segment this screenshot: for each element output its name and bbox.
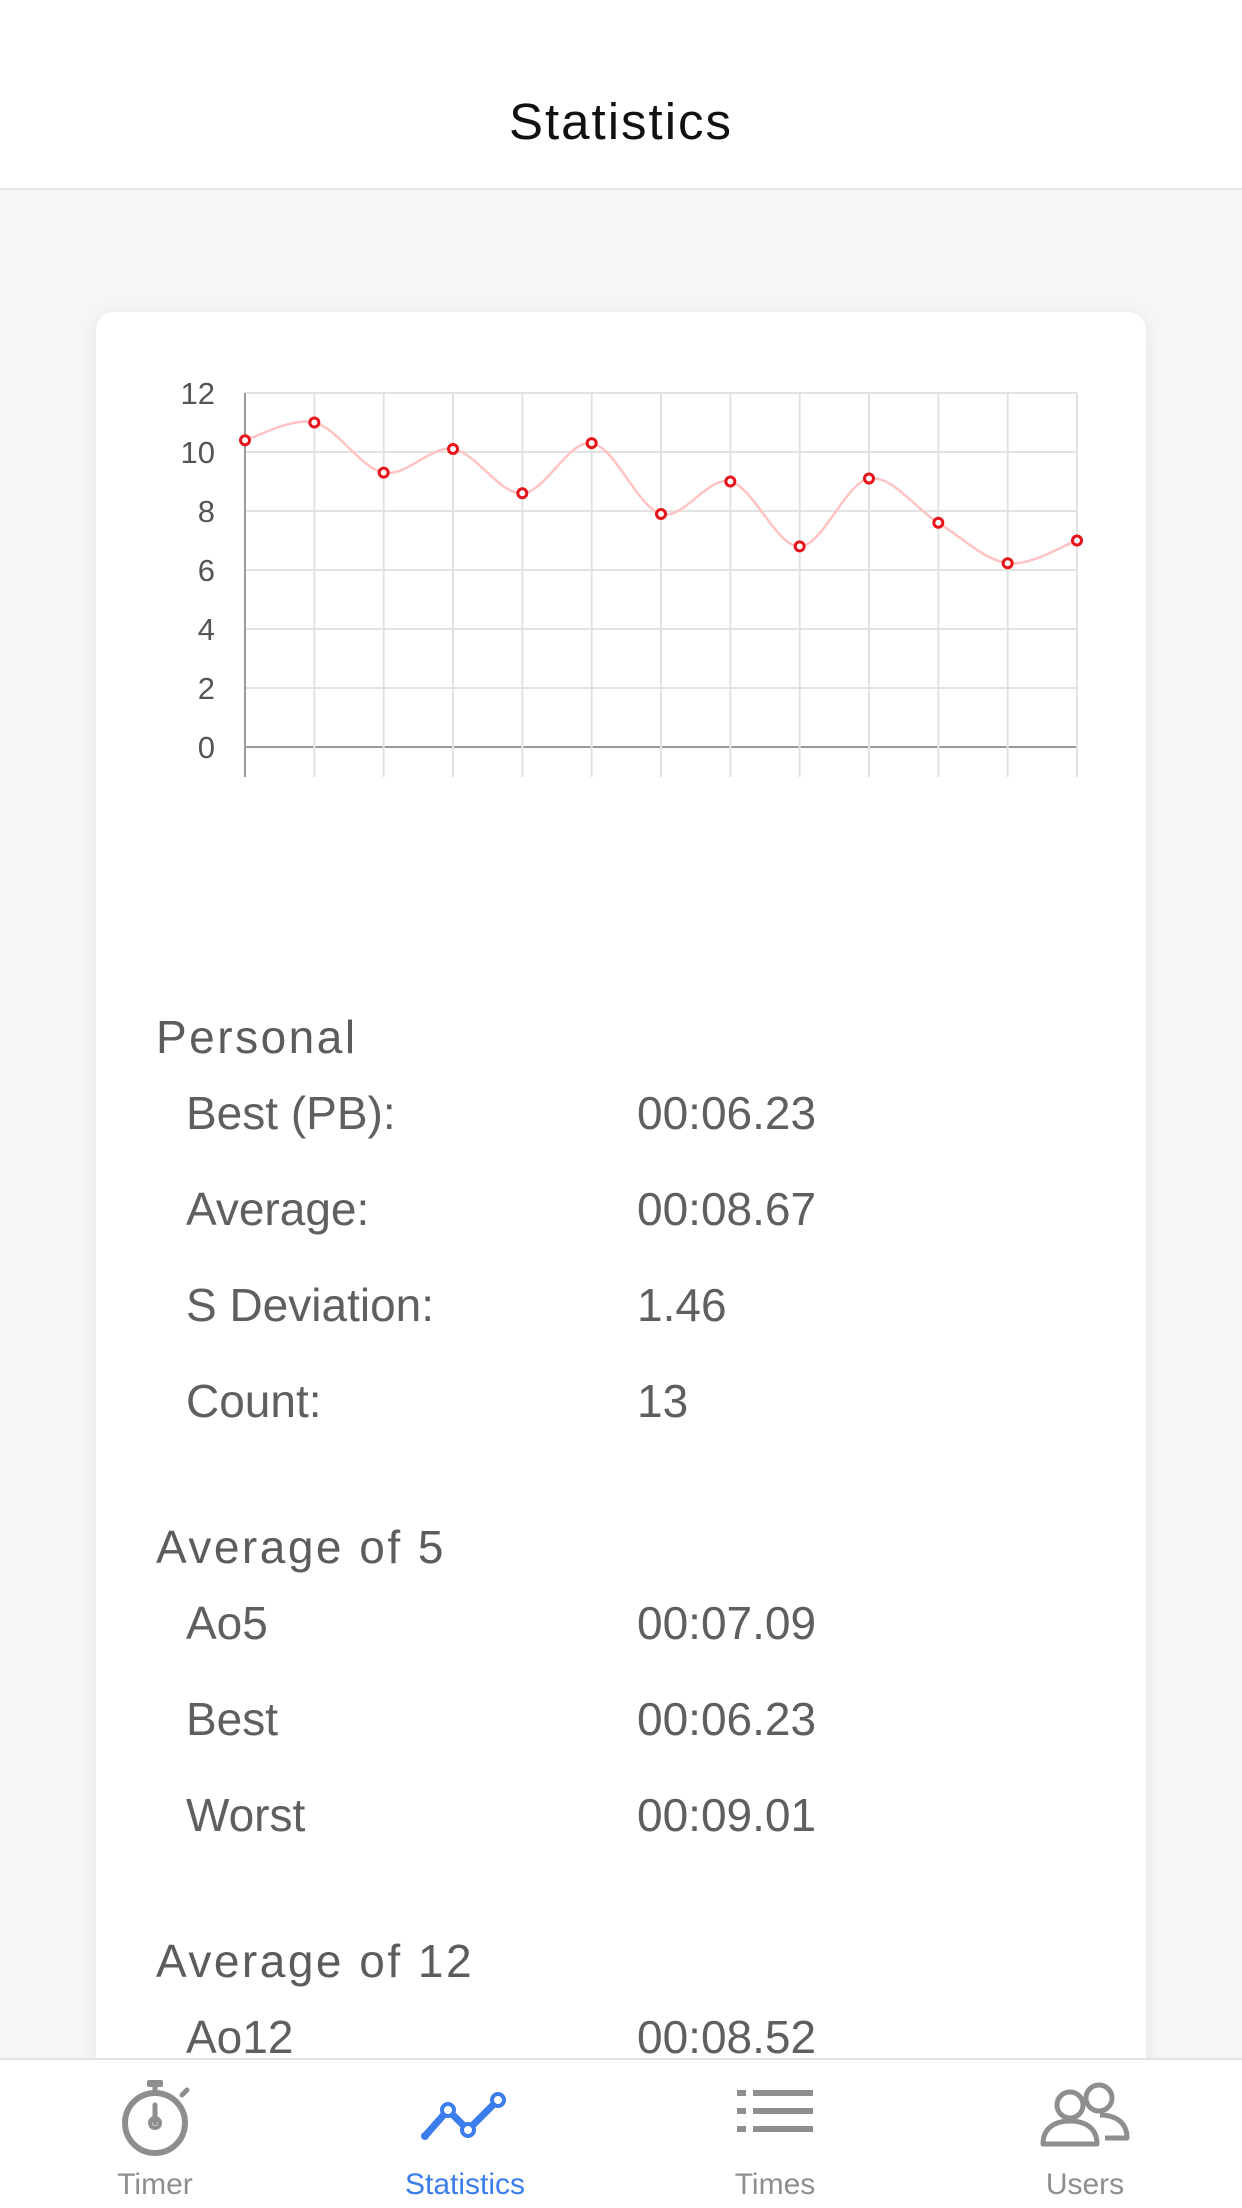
- stat-row-ao5: Ao5 00:07.09: [186, 1596, 1086, 1656]
- users-icon: [1040, 2082, 1130, 2147]
- stat-row-ao5-worst: Worst 00:09.01: [186, 1788, 1086, 1848]
- data-point: [447, 443, 459, 456]
- y-tick-label: 4: [198, 612, 215, 647]
- data-point: [724, 475, 737, 488]
- data-point: [863, 472, 875, 485]
- tab-label: Timer: [117, 2168, 193, 2201]
- stat-label: Worst: [186, 1789, 306, 1841]
- statistics-scroll-view[interactable]: 0 2 4 6 8 10 12 Personal Best (PB): 00:06.23 A…: [0, 190, 1242, 2058]
- statistics-card: 0 2 4 6 8 10 12 Personal Best (PB): 00:06.23 A…: [96, 312, 1146, 2058]
- stat-label: Ao5: [186, 1597, 268, 1649]
- stat-value: 00:06.23: [637, 1087, 817, 1139]
- y-tick-label: 10: [181, 435, 215, 470]
- data-point: [1071, 534, 1083, 547]
- navigation-bar: Statistics: [0, 0, 1242, 190]
- tab-statistics[interactable]: Statistics: [310, 2060, 620, 2208]
- tab-label: Users: [1045, 2168, 1125, 2201]
- data-point: [377, 466, 390, 479]
- stat-row-ao5-best: Best 00:06.23: [186, 1692, 1086, 1752]
- data-point: [793, 540, 806, 553]
- tab-timer[interactable]: Timer: [0, 2060, 310, 2208]
- stat-row-average: Average: 00:08.67: [186, 1182, 1086, 1242]
- tab-users[interactable]: Users: [930, 2060, 1240, 2208]
- solve-times-chart: 0 2 4 6 8 10 12: [181, 376, 1083, 777]
- stat-value: 00:08.67: [637, 1183, 817, 1235]
- section-title-average-of-12: Average of 12: [156, 1935, 475, 1987]
- stat-row-std-deviation: S Deviation: 1.46: [186, 1278, 1086, 1338]
- stat-label: Average:: [186, 1183, 370, 1235]
- data-point: [585, 437, 598, 450]
- stat-label: S Deviation:: [186, 1279, 435, 1331]
- stat-row-count: Count: 13: [186, 1374, 1086, 1434]
- stat-label: Best (PB):: [186, 1087, 396, 1139]
- stat-row-ao12: Ao12 00:08.52: [186, 2010, 1086, 2058]
- stat-label: Ao12: [186, 2011, 294, 2058]
- stat-label: Best: [186, 1693, 279, 1745]
- tab-times[interactable]: Times: [620, 2060, 930, 2208]
- y-tick-label: 6: [198, 553, 215, 588]
- stat-value: 13: [637, 1375, 689, 1427]
- stat-value: 00:07.09: [637, 1597, 817, 1649]
- stat-row-best-pb: Best (PB): 00:06.23: [186, 1086, 1086, 1146]
- stat-value: 1.46: [637, 1279, 727, 1331]
- app-screen: Statistics 0 2 4 6 8 10 12 Personal Best (PB):…: [0, 0, 1242, 2208]
- y-tick-label: 0: [198, 730, 215, 765]
- page-title: Statistics: [508, 93, 734, 150]
- data-point: [932, 516, 945, 529]
- stat-label: Count:: [186, 1375, 322, 1427]
- y-tick-label: 12: [181, 376, 215, 411]
- stat-value: 00:09.01: [637, 1789, 817, 1841]
- data-point: [308, 416, 321, 429]
- list-icon: [737, 2090, 813, 2132]
- data-point: [516, 487, 529, 500]
- stat-value: 00:06.23: [637, 1693, 817, 1745]
- section-title-average-of-5: Average of 5: [156, 1521, 447, 1573]
- data-point: [239, 434, 251, 447]
- stat-value: 00:08.52: [637, 2011, 817, 2058]
- tab-label: Times: [734, 2168, 816, 2201]
- data-point: [655, 507, 667, 520]
- data-point: [1001, 557, 1014, 570]
- y-tick-label: 2: [198, 671, 215, 706]
- tab-bar: Timer Statistics Times Users: [0, 2058, 1242, 2208]
- tab-label: Statistics: [404, 2168, 526, 2201]
- line-chart-icon: [421, 2092, 506, 2140]
- stopwatch-icon: [122, 2080, 190, 2156]
- y-tick-label: 8: [198, 494, 215, 529]
- section-title-personal: Personal: [156, 1011, 358, 1063]
